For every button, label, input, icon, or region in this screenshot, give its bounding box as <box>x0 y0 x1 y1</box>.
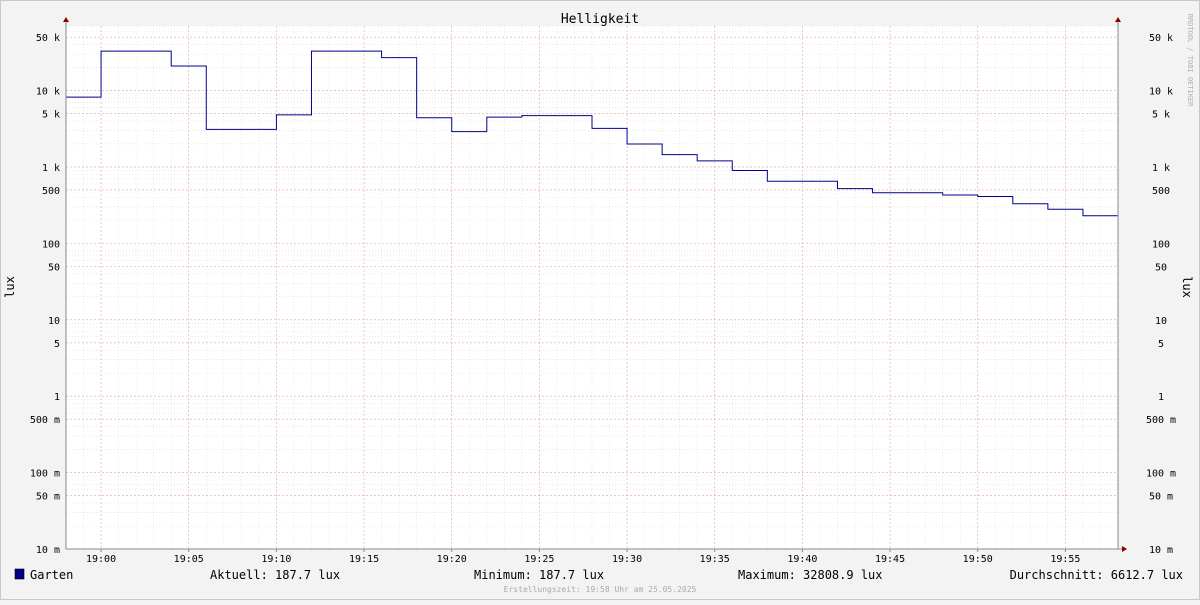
legend-current: Aktuell: 187.7 lux <box>210 568 340 582</box>
x-tick-label: 19:20 <box>437 554 467 565</box>
watermark: RRDTOOL / TOBI OETIKER <box>1186 14 1194 108</box>
y-tick-label-right: 1 <box>1158 392 1164 403</box>
y-tick-label-right: 1 k <box>1152 163 1170 174</box>
chart-container: 19:00 19:05 19:10 19:15 19:20 19:25 19:30 19:35… <box>0 0 1200 600</box>
x-tick-label: 19:35 <box>700 554 730 565</box>
y-tick-label-right: 50 m <box>1149 492 1173 503</box>
y-tick-label-left: 10 k <box>36 87 60 98</box>
y-tick-label-right: 100 <box>1152 239 1170 250</box>
chart-title: Helligkeit <box>561 12 639 27</box>
x-tick-label: 19:00 <box>86 554 116 565</box>
x-tick-label: 19:40 <box>787 554 817 565</box>
grid <box>65 25 1119 550</box>
y-tick-label-left: 500 <box>42 186 60 197</box>
y-tick-label-right: 5 k <box>1152 110 1170 121</box>
x-tick-label: 19:50 <box>963 554 993 565</box>
y-tick-label-right: 50 k <box>1149 33 1173 44</box>
y-axis-label-left: lux <box>3 276 17 298</box>
x-tick-label: 19:45 <box>875 554 905 565</box>
y-tick-label-left: 100 <box>42 239 60 250</box>
x-tick-label: 19:25 <box>524 554 554 565</box>
y-tick-label-left: 5 k <box>42 110 60 121</box>
legend-maximum: Maximum: 32808.9 lux <box>738 568 883 582</box>
y-tick-label-right: 10 m <box>1149 545 1173 556</box>
y-tick-label-left: 50 m <box>36 492 60 503</box>
legend-average: Durchschnitt: 6612.7 lux <box>1010 568 1183 582</box>
y-tick-label-left: 50 k <box>36 33 60 44</box>
y-tick-label-left: 5 <box>54 339 60 350</box>
y-tick-label-right: 500 <box>1152 186 1170 197</box>
x-tick-label: 19:30 <box>612 554 642 565</box>
x-tick-label: 19:15 <box>349 554 379 565</box>
y-tick-label-left: 1 <box>54 392 60 403</box>
y-tick-label-left: 10 <box>48 316 60 327</box>
y-tick-label-left: 100 m <box>30 469 60 480</box>
y-tick-label-left: 500 m <box>30 415 60 426</box>
y-tick-label-right: 5 <box>1158 339 1164 350</box>
y-tick-label-right: 10 <box>1155 316 1167 327</box>
x-tick-label: 19:10 <box>261 554 291 565</box>
x-tick-label: 19:55 <box>1050 554 1080 565</box>
y-tick-label-right: 500 m <box>1146 415 1176 426</box>
y-tick-label-right: 100 m <box>1146 469 1176 480</box>
y-tick-label-left: 1 k <box>42 163 60 174</box>
legend-swatch <box>14 568 25 580</box>
legend-minimum: Minimum: 187.7 lux <box>474 568 604 582</box>
x-tick-label: 19:05 <box>174 554 204 565</box>
footer-timestamp: Erstellungszeit: 19:58 Uhr am 25.05.2025 <box>504 585 697 594</box>
y-tick-label-left: 50 <box>48 262 60 273</box>
chart-svg: 19:00 19:05 19:10 19:15 19:20 19:25 19:30 19:35… <box>0 0 1200 600</box>
y-tick-label-right: 10 k <box>1149 87 1173 98</box>
y-tick-label-right: 50 <box>1155 262 1167 273</box>
y-tick-label-left: 10 m <box>36 545 60 556</box>
y-axis-label-right: lux <box>1180 276 1194 298</box>
legend-series-name: Garten <box>30 568 73 582</box>
